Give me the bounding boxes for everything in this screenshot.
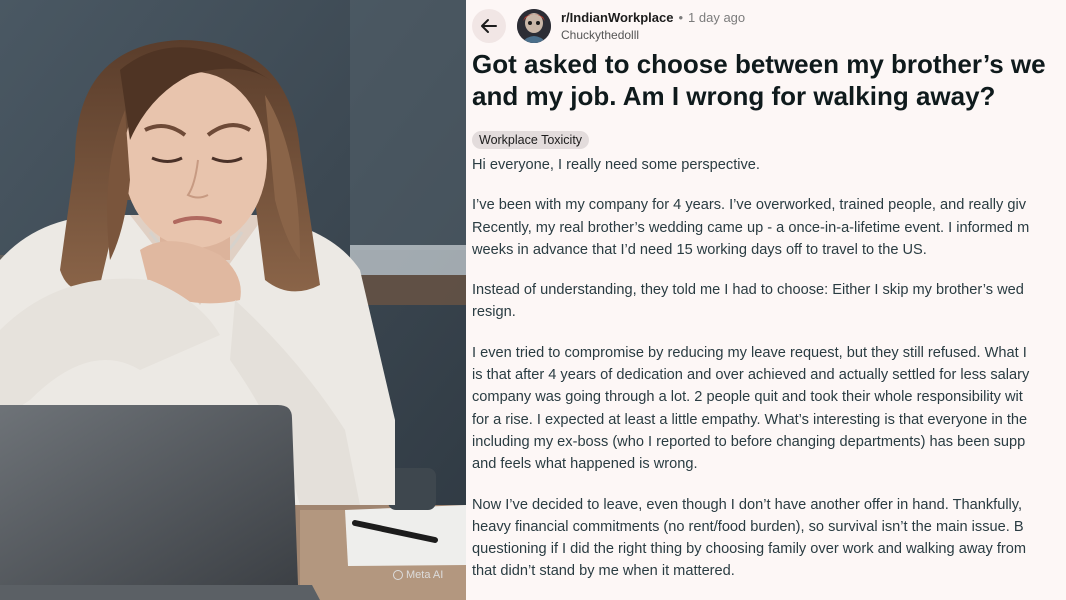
post-line: I’ve been with my company for 4 years. I…	[472, 197, 1027, 214]
post-title: Got asked to choose between my brother’s…	[472, 48, 1066, 112]
back-button[interactable]	[472, 9, 506, 43]
post-line: company was going through a lot. 2 peopl…	[472, 389, 1023, 406]
post-line: questioning if I did the right thing by …	[472, 541, 1027, 558]
post-paragraph: I even tried to compromise by reducing m…	[472, 342, 1066, 476]
post-paragraph: I’ve been with my company for 4 years. I…	[472, 194, 1066, 261]
subreddit-link[interactable]: r/IndianWorkplace	[561, 10, 673, 25]
post-flair[interactable]: Workplace Toxicity	[472, 131, 590, 149]
meta-ai-ring-icon	[393, 570, 403, 580]
post-line: Hi everyone, I really need some perspect…	[472, 157, 760, 173]
post-body: Hi everyone, I really need some perspect…	[472, 154, 1066, 600]
post-title-line: Got asked to choose between my brother’s…	[472, 49, 1046, 79]
post-line: and feels what happened is wrong.	[472, 456, 698, 473]
post-line: including my ex-boss (who I reported to …	[472, 433, 1026, 450]
reddit-post-panel: r/IndianWorkplace • 1 day ago Chuckythed…	[466, 0, 1066, 600]
post-paragraph: Now I’ve decided to leave, even though I…	[472, 494, 1066, 583]
post-line: Now I’ve decided to leave, even though I…	[472, 496, 1023, 513]
post-timestamp: 1 day ago	[688, 10, 746, 25]
watermark-label: Meta AI	[406, 569, 444, 581]
post-image: Meta AI	[0, 0, 466, 600]
woman-at-laptop-illustration	[0, 0, 466, 600]
meta-ai-watermark: Meta AI	[393, 569, 443, 581]
back-arrow-icon	[481, 19, 497, 33]
post-line: for a rise. I expected at least a little…	[472, 411, 1028, 428]
post-line: I even tried to compromise by reducing m…	[472, 344, 1027, 361]
post-line: Recently, my real brother’s wedding came…	[472, 219, 1030, 236]
author-username[interactable]: Chuckythedolll	[561, 28, 639, 42]
avatar-image	[517, 9, 551, 43]
post-line: that didn’t stand by me when it mattered…	[472, 563, 735, 580]
post-line: is that after 4 years of dedication and …	[472, 367, 1030, 384]
post-meta: r/IndianWorkplace • 1 day ago	[561, 10, 745, 25]
meta-separator: •	[678, 10, 684, 25]
post-line: weeks in advance that I’d need 15 workin…	[472, 241, 927, 258]
post-paragraph: Instead of understanding, they told me I…	[472, 279, 1066, 324]
post-line: heavy financial commitments (no rent/foo…	[472, 518, 1024, 535]
post-line: resign.	[472, 304, 516, 321]
post-paragraph: Hi everyone, I really need some perspect…	[472, 154, 1066, 176]
user-avatar[interactable]	[517, 9, 551, 43]
post-line: Instead of understanding, they told me I…	[472, 282, 1024, 299]
post-title-line: and my job. Am I wrong for walking away?	[472, 81, 996, 111]
